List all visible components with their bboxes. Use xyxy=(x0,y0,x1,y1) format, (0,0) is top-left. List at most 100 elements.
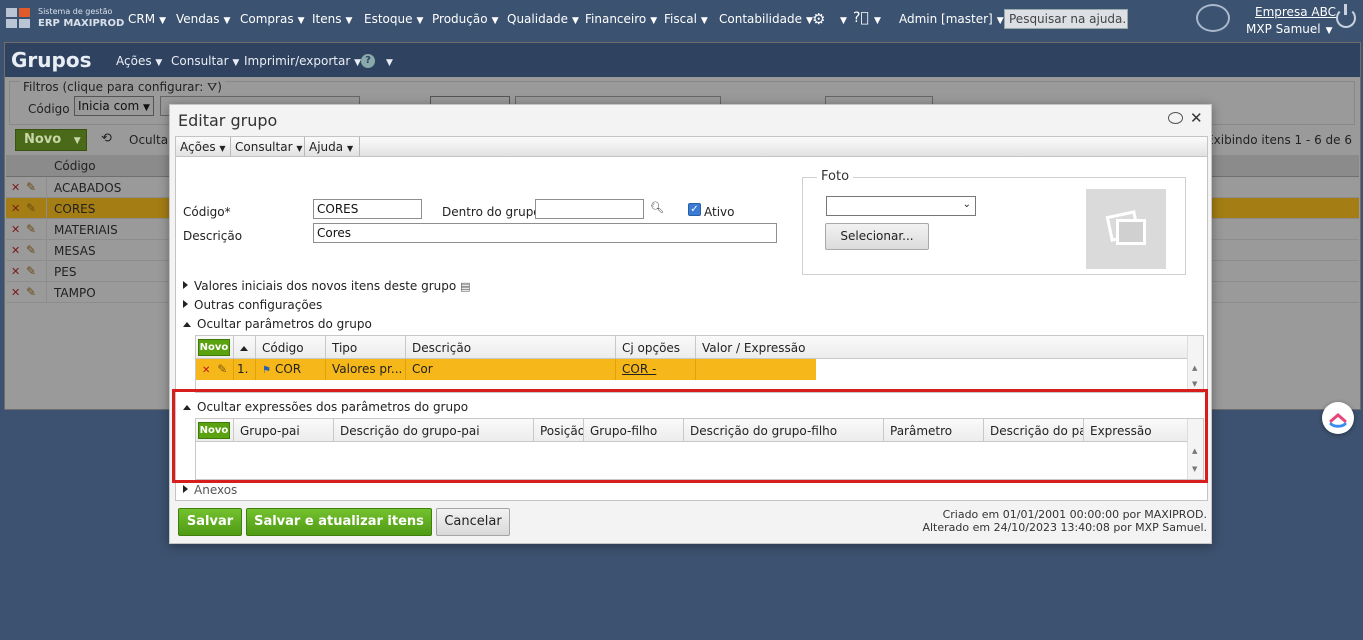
page-ocultar-button[interactable]: Ocultar xyxy=(129,133,173,147)
descricao-label: Descrição xyxy=(183,229,243,243)
foto-select[interactable]: ⌄ xyxy=(826,196,976,216)
delete-icon[interactable]: ✕ xyxy=(11,202,20,215)
filters-legend[interactable]: Filtros (clique para configurar: ⛛) xyxy=(20,80,225,95)
salvar-button[interactable]: Salvar xyxy=(178,508,242,536)
section-ocultar-parametros[interactable]: Ocultar parâmetros do grupo xyxy=(183,317,372,331)
nav-menu-fiscal[interactable]: Fiscal ▼ xyxy=(664,12,708,26)
param-novo-button[interactable]: Novo xyxy=(198,339,230,356)
sort-col[interactable] xyxy=(234,336,256,359)
refresh-icon[interactable]: ⟲ xyxy=(101,131,112,146)
col-codigo-header[interactable]: Código xyxy=(54,159,96,173)
nav-menu-crm[interactable]: CRM ▼ xyxy=(128,12,166,26)
nav-menu-financeiro[interactable]: Financeiro ▼ xyxy=(585,12,657,26)
codigo-input[interactable]: CORES xyxy=(313,199,422,219)
edit-pencil-icon[interactable]: ✎ xyxy=(217,362,227,376)
filter-codigo-operator[interactable]: Inicia com ▼ xyxy=(74,96,154,116)
page-help-caret[interactable]: ▼ xyxy=(386,54,393,68)
nav-menu-label: Compras xyxy=(240,12,294,26)
row-codigo: CORES xyxy=(54,202,96,216)
row-cj-opcoes-link[interactable]: COR - xyxy=(616,359,696,380)
param-col-descricao[interactable]: Descrição xyxy=(406,336,616,359)
nav-menu-label: Financeiro xyxy=(585,12,647,26)
descricao-input[interactable]: Cores xyxy=(313,223,777,243)
param-col-tipo[interactable]: Tipo xyxy=(326,336,406,359)
foto-fieldset: Foto ⌄ Selecionar... xyxy=(802,169,1186,275)
delete-icon[interactable]: ✕ xyxy=(202,365,210,376)
row-codigo: MESAS xyxy=(54,244,96,258)
nav-menu-itens[interactable]: Itens ▼ xyxy=(312,12,352,26)
col-separator xyxy=(46,282,47,303)
row-actions: ✕ ✎ xyxy=(196,359,234,380)
clickup-icon[interactable] xyxy=(1322,402,1354,434)
section-valores-iniciais[interactable]: Valores iniciais dos novos itens deste g… xyxy=(183,279,470,293)
edit-pencil-icon[interactable]: ✎ xyxy=(26,222,36,236)
edit-pencil-icon[interactable]: ✎ xyxy=(26,180,36,194)
edit-pencil-icon[interactable]: ✎ xyxy=(26,243,36,257)
gear-icon[interactable]: ⚙ xyxy=(812,10,825,28)
nav-menu-compras[interactable]: Compras ▼ xyxy=(240,12,305,26)
delete-icon[interactable]: ✕ xyxy=(11,265,20,278)
help-search-input[interactable]: Pesquisar na ajuda... xyxy=(1004,9,1128,29)
salvar-atualizar-itens-button[interactable]: Salvar e atualizar itens xyxy=(246,508,432,536)
param-col-valor[interactable]: Valor / Expressão xyxy=(696,336,1187,359)
foto-selecionar-button[interactable]: Selecionar... xyxy=(825,223,929,250)
row-codigo: ⚑ COR xyxy=(256,359,326,380)
delete-icon[interactable]: ✕ xyxy=(11,286,20,299)
modal-menu-consultar[interactable]: Consultar ▼ xyxy=(235,140,303,154)
param-col-codigo[interactable]: Código xyxy=(256,336,326,359)
close-icon[interactable]: ✕ xyxy=(1190,109,1203,127)
admin-menu-label: Admin [master] xyxy=(899,12,993,26)
nav-menu-produção[interactable]: Produção ▼ xyxy=(432,12,498,26)
delete-icon[interactable]: ✕ xyxy=(11,244,20,257)
modal-menu-ajuda[interactable]: Ajuda ▼ xyxy=(309,140,353,154)
page-menu-imprimir[interactable]: Imprimir/exportar ▼ xyxy=(244,54,361,68)
page-help-icon[interactable]: ? xyxy=(361,54,375,68)
help-menu-caret[interactable]: ▼ xyxy=(870,12,881,26)
parameters-grid-header: Novo Código Tipo Descrição Cj opções Val… xyxy=(196,336,1187,359)
search-icon[interactable]: 🔍︎ xyxy=(650,201,664,214)
gear-menu-caret[interactable]: ▼ xyxy=(836,12,847,26)
page-novo-button[interactable]: Novo ▼ xyxy=(15,129,87,151)
items-count-label: Exibindo itens 1 - 6 de 6 xyxy=(1206,133,1352,147)
delete-icon[interactable]: ✕ xyxy=(11,181,20,194)
power-icon[interactable] xyxy=(1336,4,1356,28)
row-codigo: TAMPO xyxy=(54,286,96,300)
page-menu-consultar[interactable]: Consultar ▼ xyxy=(171,54,239,68)
delete-icon[interactable]: ✕ xyxy=(11,223,20,236)
modal-comment-icon[interactable] xyxy=(1168,112,1183,124)
parameters-scrollbar[interactable]: ▲ ▼ xyxy=(1187,336,1203,392)
user-menu[interactable]: MXP Samuel ▼ xyxy=(1246,22,1333,36)
page-menu-acoes[interactable]: Ações ▼ xyxy=(116,54,162,68)
ativo-label: Ativo xyxy=(704,205,735,219)
param-col-cj-opcoes[interactable]: Cj opções xyxy=(616,336,696,359)
section-anexos[interactable]: Anexos xyxy=(183,483,237,497)
image-placeholder-icon xyxy=(1086,189,1166,269)
admin-menu[interactable]: Admin [master] ▼ xyxy=(899,12,1004,26)
codigo-label: Código* xyxy=(183,205,231,219)
col-separator xyxy=(46,198,47,219)
table-row[interactable]: ✕ ✎ 1. ⚑ COR Valores pr... Cor COR - xyxy=(196,359,816,380)
nav-menu-qualidade[interactable]: Qualidade ▼ xyxy=(507,12,579,26)
nav-menu-vendas[interactable]: Vendas ▼ xyxy=(176,12,230,26)
empresa-link[interactable]: Empresa ABC xyxy=(1255,5,1336,19)
help-icon[interactable]: ?⃝ xyxy=(853,10,869,26)
chat-icon[interactable] xyxy=(1196,4,1230,32)
edit-pencil-icon[interactable]: ✎ xyxy=(26,264,36,278)
modal-menu-acoes[interactable]: Ações ▼ xyxy=(180,140,226,154)
cancelar-button[interactable]: Cancelar xyxy=(436,508,510,536)
section-outras-configuracoes[interactable]: Outras configurações xyxy=(183,298,322,312)
dentro-grupo-input[interactable] xyxy=(535,199,644,219)
edit-pencil-icon[interactable]: ✎ xyxy=(26,201,36,215)
edit-pencil-icon[interactable]: ✎ xyxy=(26,285,36,299)
sort-asc-icon xyxy=(240,346,248,351)
nav-menu-contabilidade[interactable]: Contabilidade ▼ xyxy=(719,12,813,26)
nav-menu-label: Produção xyxy=(432,12,488,26)
audit-altered: Alterado em 24/10/2023 13:40:08 por MXP … xyxy=(922,521,1207,534)
filter-funnel-icon[interactable]: ⛛ xyxy=(207,80,217,94)
nav-menu-label: Fiscal xyxy=(664,12,697,26)
ativo-checkbox[interactable]: ✓ xyxy=(688,203,701,216)
menu-separator xyxy=(230,137,231,156)
row-valor[interactable] xyxy=(696,359,816,380)
filter-codigo-label: Código xyxy=(28,102,70,116)
nav-menu-estoque[interactable]: Estoque ▼ xyxy=(364,12,423,26)
